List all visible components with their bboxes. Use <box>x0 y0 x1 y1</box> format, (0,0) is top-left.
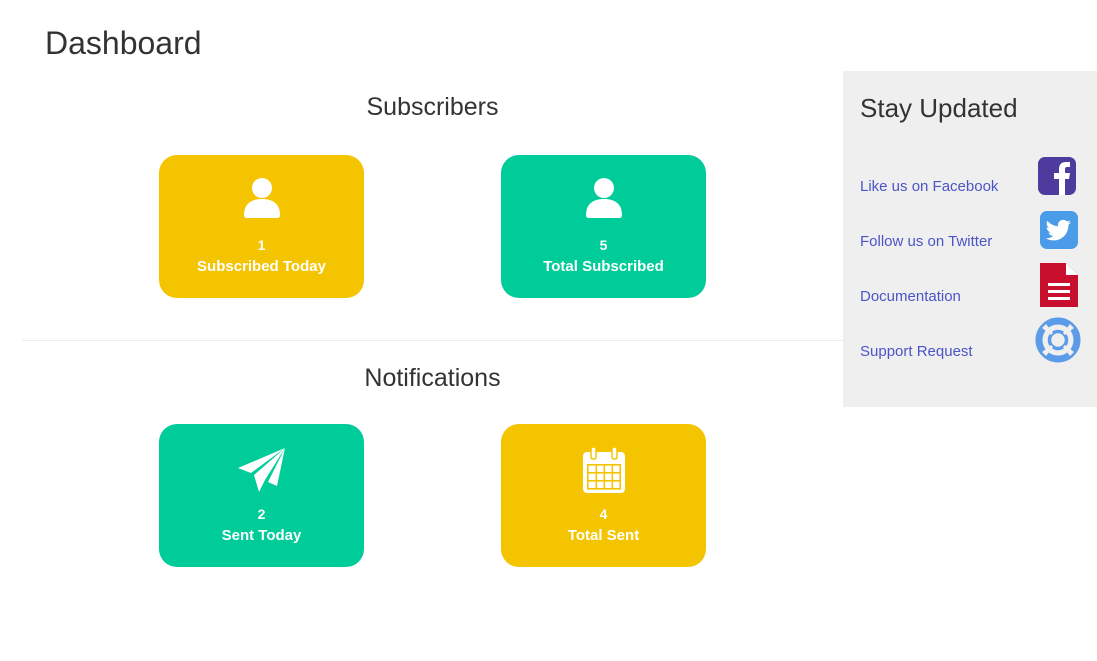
user-icon <box>501 177 706 223</box>
sent-today-count: 2 <box>257 506 266 522</box>
twitter-icon[interactable] <box>1040 211 1078 254</box>
subscribers-section-title: Subscribers <box>366 93 499 121</box>
page-title: Dashboard <box>45 25 202 61</box>
total-subscribed-card[interactable]: 5 Total Subscribed <box>501 155 706 298</box>
subscribed-today-card[interactable]: 1 Subscribed Today <box>159 155 364 298</box>
sent-today-card[interactable]: 2 Sent Today <box>159 424 364 567</box>
total-subscribed-count: 5 <box>599 237 608 253</box>
sent-today-label: Sent Today <box>221 527 302 544</box>
twitter-link[interactable]: Follow us on Twitter <box>860 233 992 251</box>
sidebar-title: Stay Updated <box>860 93 1018 123</box>
documentation-link[interactable]: Documentation <box>860 288 961 306</box>
section-divider <box>22 340 865 341</box>
calendar-icon <box>501 446 706 493</box>
notifications-section-title: Notifications <box>364 364 501 392</box>
stay-updated-panel: Stay Updated Like us on Facebook Follow … <box>843 71 1097 407</box>
total-sent-count: 4 <box>599 506 608 522</box>
paper-plane-icon <box>159 446 364 492</box>
document-icon[interactable] <box>1040 263 1078 312</box>
total-sent-card[interactable]: 4 Total Sent <box>501 424 706 567</box>
subscribed-today-count: 1 <box>257 237 266 253</box>
lifebuoy-icon[interactable] <box>1035 317 1081 368</box>
subscribed-today-label: Subscribed Today <box>197 258 326 275</box>
facebook-icon[interactable] <box>1038 157 1076 200</box>
facebook-link[interactable]: Like us on Facebook <box>860 178 998 196</box>
support-request-link[interactable]: Support Request <box>860 343 973 361</box>
total-sent-label: Total Sent <box>567 527 640 544</box>
user-icon <box>159 177 364 223</box>
total-subscribed-label: Total Subscribed <box>543 258 664 275</box>
